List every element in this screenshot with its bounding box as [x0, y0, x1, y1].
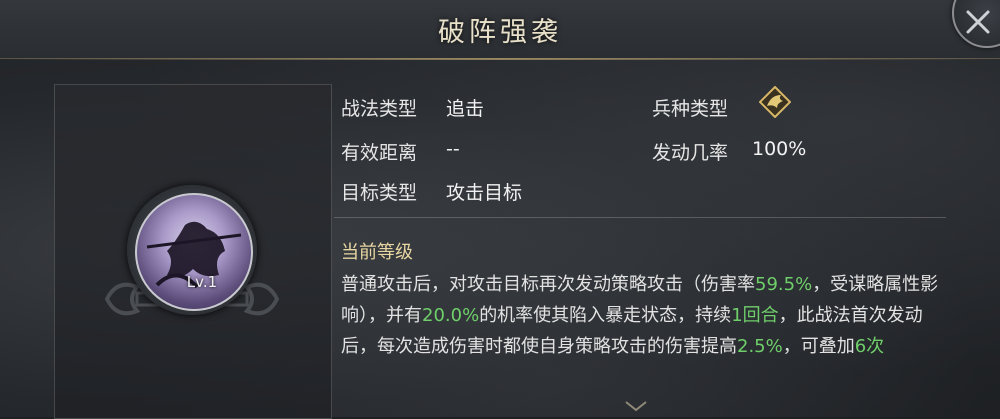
tactic-type-label: 战法类型 — [341, 98, 418, 120]
range-value: -- — [446, 138, 460, 160]
header-bar: 破阵强袭 — [0, 0, 1000, 59]
section-title: 当前等级 — [341, 242, 413, 263]
range-label: 有效距离 — [341, 142, 418, 164]
trigger-rate-row: 发动几率 100% — [652, 138, 806, 165]
chevron-down-icon[interactable] — [624, 400, 648, 414]
troop-type-label: 兵种类型 — [652, 98, 729, 120]
desc-text-1: 普通攻击后，对攻击目标再次发动策略攻击（伤害率 — [341, 274, 755, 295]
target-row: 目标类型 攻击目标 — [341, 178, 522, 205]
tactic-type-row: 战法类型 追击 — [341, 94, 484, 121]
close-icon — [966, 10, 990, 34]
skill-description: 普通攻击后，对攻击目标再次发动策略攻击（伤害率59.5%，受谋略属性影响），并有… — [341, 269, 941, 362]
skill-panel: Lv.1 — [54, 84, 332, 419]
skill-artwork: Lv.1 — [135, 193, 253, 311]
trigger-rate-label: 发动几率 — [652, 142, 729, 164]
desc-text-5: ，可叠加 — [782, 336, 855, 357]
header-divider — [0, 58, 1000, 60]
target-value: 攻击目标 — [446, 182, 523, 204]
troop-type-icon — [759, 86, 791, 118]
skill-icon[interactable]: Lv.1 — [127, 185, 257, 315]
trigger-rate-value: 100% — [752, 138, 807, 160]
desc-text-3: 的机率使其陷入暴走状态，持续 — [479, 305, 732, 326]
section-divider — [334, 217, 946, 218]
troop-type-row: 兵种类型 — [652, 94, 728, 121]
desc-value-damage-rate: 59.5% — [755, 274, 813, 295]
target-label: 目标类型 — [341, 182, 418, 204]
desc-value-stacks: 6次 — [854, 336, 885, 357]
range-row: 有效距离 -- — [341, 138, 460, 165]
skill-level: Lv.1 — [186, 273, 218, 291]
desc-value-duration: 1回合 — [731, 305, 779, 326]
desc-value-bonus: 2.5% — [737, 336, 783, 357]
warrior-icon — [146, 221, 242, 289]
tactic-type-value: 追击 — [446, 98, 485, 120]
page-title: 破阵强袭 — [438, 17, 562, 48]
desc-value-chance: 20.0% — [422, 305, 480, 326]
